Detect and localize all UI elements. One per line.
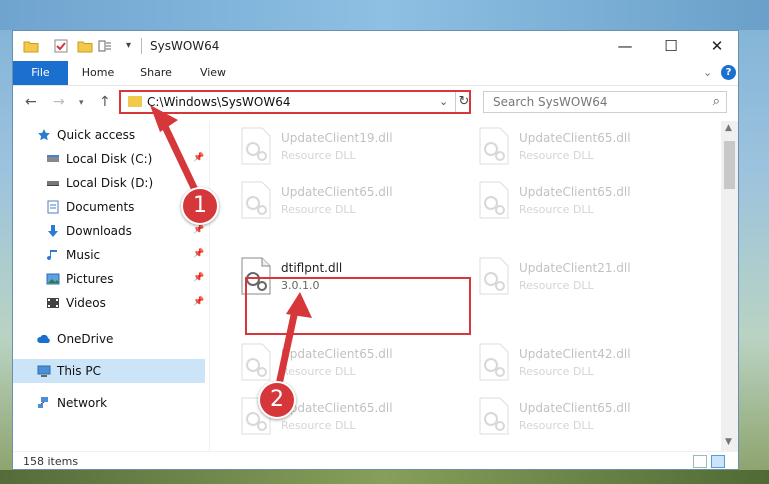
annotation-arrows [150, 105, 312, 384]
arrow-to-file [276, 302, 300, 384]
callout-step-1: 1 [181, 187, 219, 225]
arrow-head-file [286, 292, 312, 318]
callout-step-2: 2 [258, 381, 296, 419]
arrow-head-address-bar [150, 105, 178, 132]
